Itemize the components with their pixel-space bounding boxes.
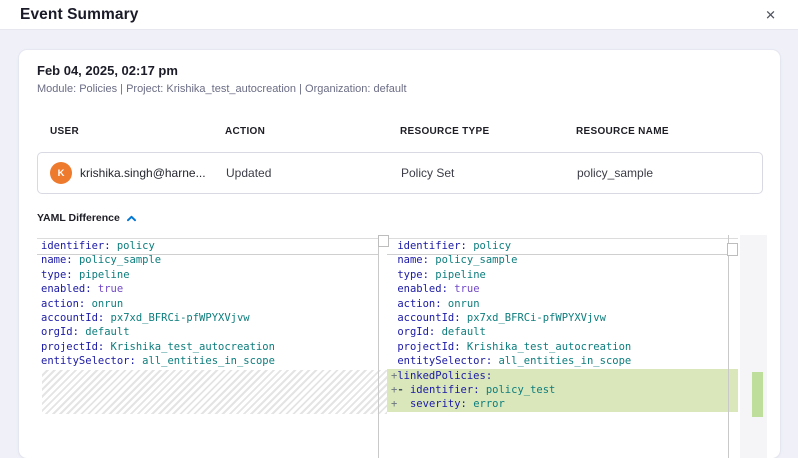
diff-pane-modified: identifier: policy name: policy_sample t… bbox=[387, 235, 738, 458]
minimap-added-marker bbox=[752, 372, 763, 417]
col-header-user: USER bbox=[50, 126, 79, 137]
yaml-difference-toggle[interactable]: YAML Difference bbox=[37, 212, 137, 224]
resource-name-value: policy_sample bbox=[577, 153, 653, 193]
modal-header: Event Summary ✕ bbox=[0, 0, 798, 30]
page-title: Event Summary bbox=[20, 6, 138, 24]
chevron-up-icon[interactable] bbox=[126, 214, 137, 223]
diff-line: type: pipeline bbox=[387, 268, 738, 282]
diff-empty-hatch-region bbox=[42, 370, 387, 414]
diff-line: accountId: px7xd_BFRCi-pfWPYXVjvw bbox=[387, 311, 738, 325]
yaml-diff-viewer: identifier: policyname: policy_sampletyp… bbox=[37, 235, 767, 458]
diff-pane-original: identifier: policyname: policy_sampletyp… bbox=[37, 235, 378, 458]
diff-line: +linkedPolicies: bbox=[387, 369, 738, 383]
diff-minimap[interactable] bbox=[740, 235, 767, 458]
right-scrollbar-thumb[interactable] bbox=[727, 243, 738, 256]
event-meta: Module: Policies | Project: Krishika_tes… bbox=[37, 83, 407, 95]
diff-line: orgId: default bbox=[37, 325, 378, 339]
table-row: K krishika.singh@harne... Updated Policy… bbox=[37, 152, 763, 194]
diff-line: name: policy_sample bbox=[387, 253, 738, 267]
diff-line: action: onrun bbox=[37, 297, 378, 311]
diff-line: name: policy_sample bbox=[37, 253, 378, 267]
diff-line: accountId: px7xd_BFRCi-pfWPYXVjvw bbox=[37, 311, 378, 325]
diff-line: type: pipeline bbox=[37, 268, 378, 282]
diff-line: orgId: default bbox=[387, 325, 738, 339]
diff-line: projectId: Krishika_test_autocreation bbox=[387, 340, 738, 354]
right-scrollbar-track-line bbox=[728, 235, 729, 458]
avatar: K bbox=[50, 162, 72, 184]
diff-pane-divider bbox=[378, 235, 379, 458]
col-header-resource-type: RESOURCE TYPE bbox=[400, 126, 489, 137]
close-icon[interactable]: ✕ bbox=[765, 8, 776, 21]
diff-line: action: onrun bbox=[387, 297, 738, 311]
yaml-difference-label: YAML Difference bbox=[37, 212, 120, 224]
event-timestamp: Feb 04, 2025, 02:17 pm bbox=[37, 63, 178, 78]
diff-line: identifier: policy bbox=[37, 239, 378, 253]
col-header-resource-name: RESOURCE NAME bbox=[576, 126, 669, 137]
event-summary-card: Feb 04, 2025, 02:17 pm Module: Policies … bbox=[19, 50, 780, 458]
diff-line: entitySelector: all_entities_in_scope bbox=[387, 354, 738, 368]
diff-line: + severity: error bbox=[387, 397, 738, 411]
diff-line: projectId: Krishika_test_autocreation bbox=[37, 340, 378, 354]
user-email: krishika.singh@harne... bbox=[80, 153, 206, 193]
col-header-action: ACTION bbox=[225, 126, 265, 137]
action-value: Updated bbox=[226, 153, 271, 193]
diff-left-lines: identifier: policyname: policy_sampletyp… bbox=[37, 239, 378, 369]
resource-type-value: Policy Set bbox=[401, 153, 454, 193]
left-scrollbar-thumb[interactable] bbox=[378, 235, 389, 247]
diff-line: entitySelector: all_entities_in_scope bbox=[37, 354, 378, 368]
diff-line: +- identifier: policy_test bbox=[387, 383, 738, 397]
diff-line: identifier: policy bbox=[387, 239, 738, 253]
diff-line: enabled: true bbox=[37, 282, 378, 296]
diff-line: enabled: true bbox=[387, 282, 738, 296]
diff-right-lines: identifier: policy name: policy_sample t… bbox=[387, 239, 738, 412]
